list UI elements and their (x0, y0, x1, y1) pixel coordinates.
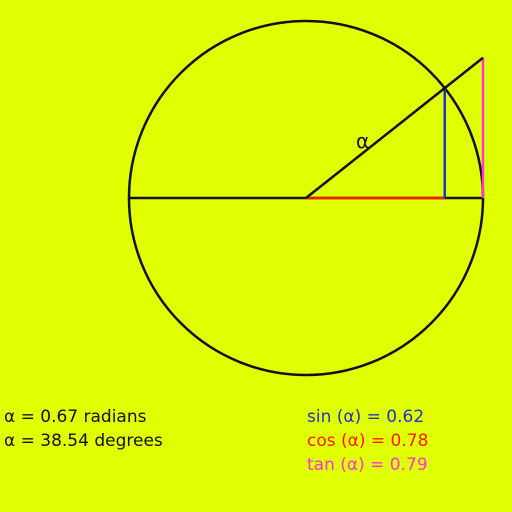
cos-readout: cos (α) = 0.78 (307, 431, 429, 451)
degrees-readout: α = 38.54 degrees (4, 431, 163, 451)
angle-ray[interactable] (305, 56, 484, 199)
trig-readout: sin (α) = 0.62 cos (α) = 0.78 tan (α) = … (307, 405, 428, 477)
sin-readout: sin (α) = 0.62 (307, 407, 425, 427)
angle-label: α (356, 129, 369, 153)
radians-readout: α = 0.67 radians (4, 407, 147, 427)
angle-readout: α = 0.67 radians α = 38.54 degrees (4, 405, 163, 453)
tan-readout: tan (α) = 0.79 (307, 455, 428, 475)
